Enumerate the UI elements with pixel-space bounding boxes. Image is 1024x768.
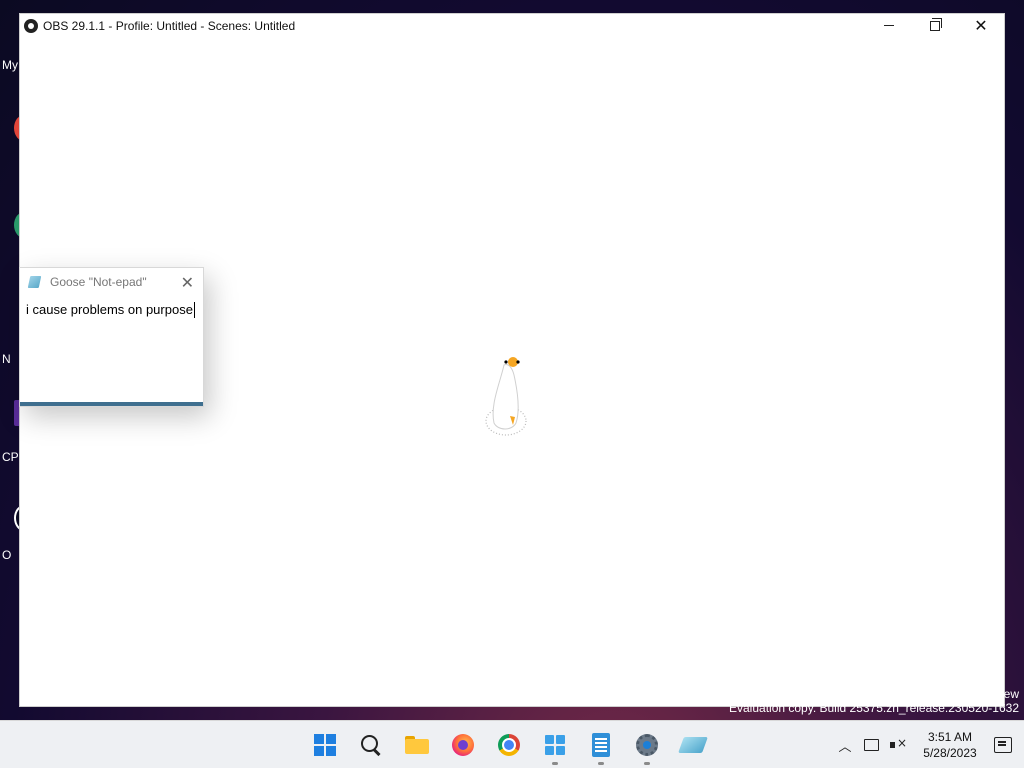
goose-notepad-text[interactable]: i cause problems on purpose xyxy=(26,302,195,318)
taskbar: ︿ 3:51 AM 5/28/2023 xyxy=(0,720,1024,768)
file-explorer-button[interactable] xyxy=(394,721,440,768)
show-hidden-icons-button[interactable]: ︿ xyxy=(832,736,858,755)
goose-notepad-window[interactable]: Goose "Not-epad" ✕ i cause problems on p… xyxy=(19,267,204,407)
desktop-icon-label-n: N xyxy=(2,352,11,366)
clock[interactable]: 3:51 AM 5/28/2023 xyxy=(914,729,986,761)
store-icon xyxy=(545,735,565,755)
goose-notepad-title: Goose "Not-epad" xyxy=(50,275,147,289)
folder-icon xyxy=(405,736,429,754)
close-button[interactable]: ✕ xyxy=(958,14,1004,37)
volume-muted-icon xyxy=(890,736,907,752)
desktop-icon-label-cp: CP xyxy=(2,450,19,464)
goose-notepad-bottom-bar xyxy=(20,402,203,406)
desktop-icon-label-my: My xyxy=(2,58,18,72)
obs-logo-icon xyxy=(24,18,38,33)
clock-time: 3:51 AM xyxy=(927,730,973,744)
goose-notepad-close-icon[interactable]: ✕ xyxy=(181,273,194,292)
minimize-icon xyxy=(884,25,894,26)
goose-sprite[interactable] xyxy=(484,353,528,437)
watermark-line1: ew xyxy=(1003,687,1019,701)
settings-button[interactable] xyxy=(624,721,670,768)
running-indicator xyxy=(644,762,650,765)
volume-button[interactable] xyxy=(886,734,908,756)
microsoft-store-button[interactable] xyxy=(532,721,578,768)
windows-start-icon xyxy=(314,734,336,756)
running-indicator xyxy=(552,762,558,765)
gear-icon xyxy=(636,734,658,756)
window-controls: ✕ xyxy=(866,14,1004,37)
notepad-eraser-icon xyxy=(27,275,43,289)
obs-window-title: OBS 29.1.1 - Profile: Untitled - Scenes:… xyxy=(43,18,296,33)
eraser-icon xyxy=(678,737,708,753)
search-icon xyxy=(361,735,381,755)
chrome-icon xyxy=(498,734,520,756)
restore-icon xyxy=(930,17,942,31)
close-icon: ✕ xyxy=(974,15,988,35)
taskbar-apps xyxy=(302,721,716,768)
network-icon xyxy=(863,739,879,751)
notepad-button[interactable] xyxy=(578,721,624,768)
notification-center-icon[interactable] xyxy=(994,737,1012,753)
obs-titlebar[interactable]: OBS 29.1.1 - Profile: Untitled - Scenes:… xyxy=(20,14,1004,37)
start-button[interactable] xyxy=(302,721,348,768)
firefox-button[interactable] xyxy=(440,721,486,768)
minimize-button[interactable] xyxy=(866,14,912,37)
desktop-icon-label-o: O xyxy=(2,548,12,562)
goose-notepad-taskbar-button[interactable] xyxy=(670,721,716,768)
search-button[interactable] xyxy=(348,721,394,768)
system-tray: ︿ 3:51 AM 5/28/2023 xyxy=(832,721,1012,768)
running-indicator xyxy=(598,762,604,765)
goose-notepad-titlebar[interactable]: Goose "Not-epad" ✕ xyxy=(20,268,203,296)
clock-date: 5/28/2023 xyxy=(923,746,977,760)
watermark-build: Evaluation copy. Build 25375.zn_release.… xyxy=(729,701,1019,715)
chrome-button[interactable] xyxy=(486,721,532,768)
firefox-icon xyxy=(452,734,474,756)
network-button[interactable] xyxy=(860,734,882,756)
restore-button[interactable] xyxy=(912,14,958,37)
notepad-icon xyxy=(592,733,610,757)
